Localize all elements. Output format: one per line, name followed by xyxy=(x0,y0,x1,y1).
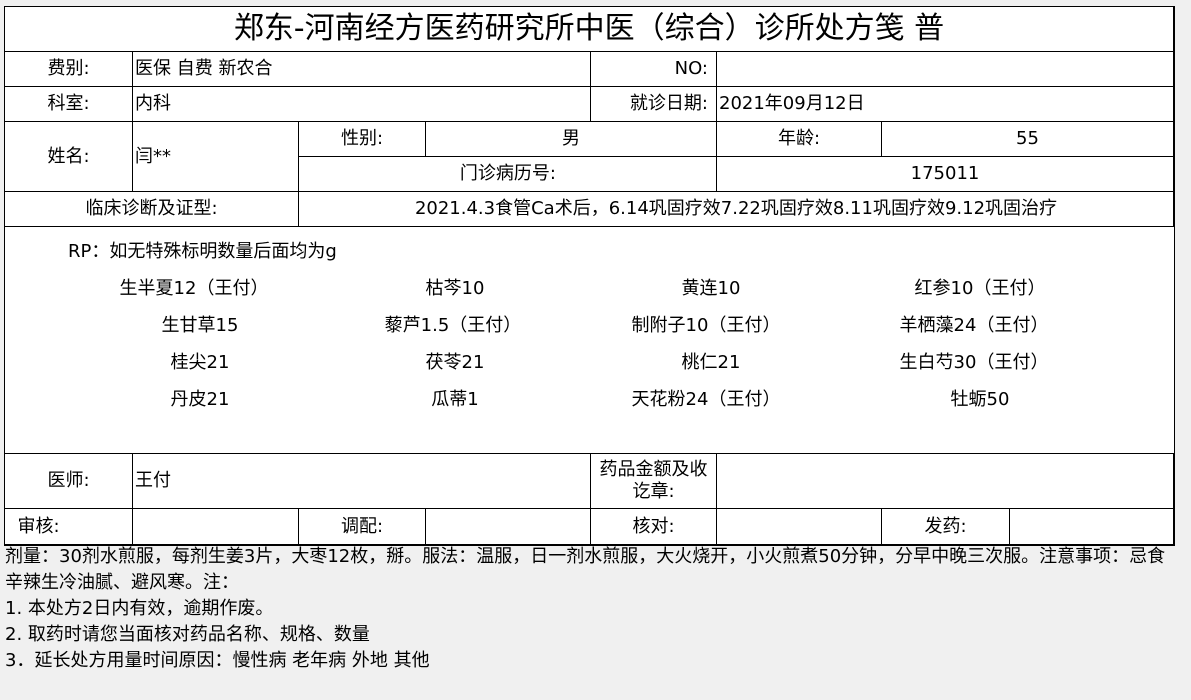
herb-item: 牡蛎50 xyxy=(950,389,1010,410)
herb-item: 羊栖藻24（王付） xyxy=(899,315,1049,336)
herb-item: 枯芩10 xyxy=(425,278,485,299)
amount-value xyxy=(717,454,1174,509)
visit-date-value: 2021年09月12日 xyxy=(717,87,1174,122)
record-label: 门诊病历号: xyxy=(299,157,717,192)
amount-label: 药品金额及收讫章: xyxy=(591,454,717,509)
age-value: 55 xyxy=(882,122,1174,157)
herb-item: 瓜蒂1 xyxy=(431,389,479,410)
fee-value: 医保 自费 新农合 xyxy=(133,52,591,87)
dept-value: 内科 xyxy=(133,87,591,122)
review-value xyxy=(133,509,299,545)
herb-item: 天花粉24（王付） xyxy=(631,389,781,410)
notes-dosage: 剂量：30剂水煎服，每剂生姜3片，大枣12枚，掰。服法：温服，日一剂水煎服，大火… xyxy=(5,546,1166,593)
sex-value: 男 xyxy=(426,122,717,157)
age-label: 年龄: xyxy=(717,122,882,157)
visit-date-label: 就诊日期: xyxy=(591,87,717,122)
name-value: 闫** xyxy=(133,122,299,192)
name-label: 姓名: xyxy=(5,122,133,192)
herb-item: 藜芦1.5（王付） xyxy=(384,315,522,336)
issue-label: 发药: xyxy=(882,509,1010,545)
record-value: 175011 xyxy=(717,157,1174,192)
doctor-label: 医师: xyxy=(5,454,133,509)
no-label: NO: xyxy=(591,52,717,87)
prescription-form: 郑东-河南经方医药研究所中医（综合）诊所处方笺 普 费别: 医保 自费 新农合 … xyxy=(4,6,1175,546)
diagnosis-label: 临床诊断及证型: xyxy=(5,192,299,227)
fee-label: 费别: xyxy=(5,52,133,87)
notes-verify: 2. 取药时请您当面核对药品名称、规格、数量 xyxy=(5,624,370,645)
doctor-value: 王付 xyxy=(133,454,591,509)
no-value xyxy=(717,52,1174,87)
herb-item: 红参10（王付） xyxy=(914,278,1046,299)
prescription-area: RP：如无特殊标明数量后面均为g 生半夏12（王付） 枯芩10 黄连10 红参1… xyxy=(5,227,1174,454)
diagnosis-value: 2021.4.3食管Ca术后，6.14巩固疗效7.22巩固疗效8.11巩固疗效9… xyxy=(299,192,1174,227)
check-label: 核对: xyxy=(591,509,717,545)
notes-extension-reason: 3．延长处方用量时间原因：慢性病 老年病 外地 其他 xyxy=(5,650,430,671)
herb-item: 黄连10 xyxy=(681,278,741,299)
herb-item: 生白芍30（王付） xyxy=(899,352,1049,373)
herb-item: 桃仁21 xyxy=(681,352,741,373)
dispense-value xyxy=(426,509,591,545)
form-title: 郑东-河南经方医药研究所中医（综合）诊所处方笺 普 xyxy=(5,7,1174,52)
herb-item: 制附子10（王付） xyxy=(631,315,781,336)
dispense-label: 调配: xyxy=(299,509,426,545)
herb-item: 生甘草15 xyxy=(161,315,239,336)
issue-value xyxy=(1010,509,1174,545)
herb-item: 桂尖21 xyxy=(170,352,230,373)
herb-item: 茯苓21 xyxy=(425,352,485,373)
herb-item: 丹皮21 xyxy=(170,389,230,410)
rp-note: RP：如无特殊标明数量后面均为g xyxy=(68,241,337,262)
check-value xyxy=(717,509,882,545)
notes-section: 剂量：30剂水煎服，每剂生姜3片，大枣12枚，掰。服法：温服，日一剂水煎服，大火… xyxy=(5,544,1180,674)
dept-label: 科室: xyxy=(5,87,133,122)
herb-item: 生半夏12（王付） xyxy=(119,278,269,299)
review-label: 审核: xyxy=(5,509,133,545)
sex-label: 性别: xyxy=(299,122,426,157)
notes-validity: 1. 本处方2日内有效，逾期作废。 xyxy=(5,598,274,619)
